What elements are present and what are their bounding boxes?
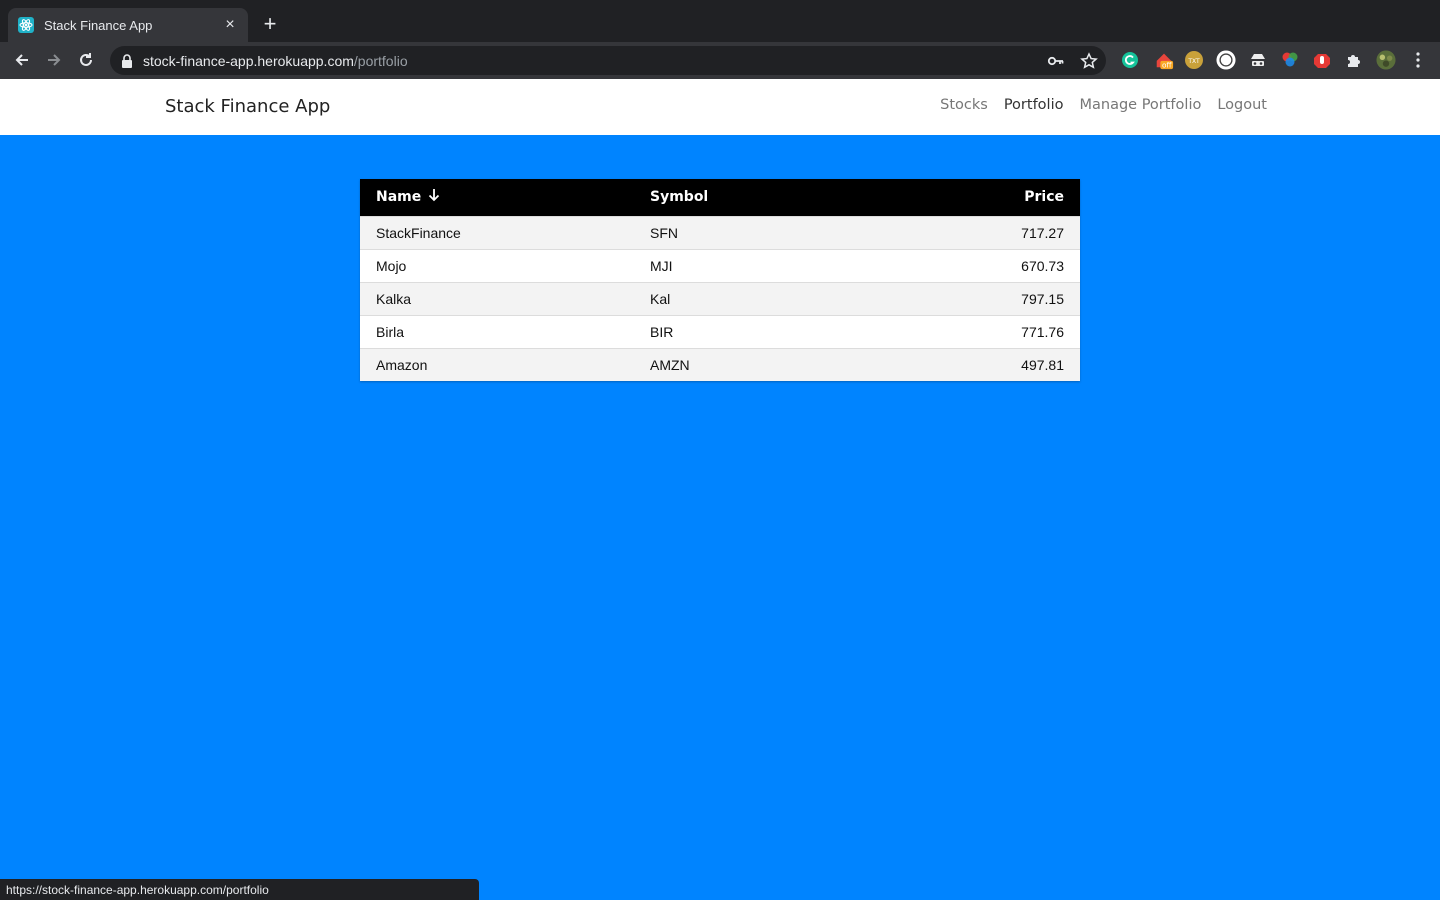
cell-symbol: AMZN [650, 356, 690, 373]
nav-links: Stocks Portfolio Manage Portfolio Logout [940, 97, 1267, 113]
browser-toolbar: stock-finance-app.herokuapp.com/portfoli… [0, 42, 1440, 79]
ext-spy-icon[interactable] [1248, 50, 1268, 70]
menu-dots-icon[interactable] [1408, 50, 1428, 70]
cell-price: 797.15 [1021, 290, 1064, 307]
nav-link-stocks[interactable]: Stocks [940, 97, 988, 113]
table-header-row: Name Symbol Price [360, 179, 1080, 216]
back-icon[interactable] [10, 48, 34, 72]
reload-icon[interactable] [74, 48, 98, 72]
tab-title: Stack Finance App [44, 17, 153, 33]
key-icon[interactable] [1047, 52, 1065, 70]
table-row[interactable]: Kalka Kal 797.15 [360, 282, 1080, 315]
new-tab-button[interactable]: + [258, 11, 282, 36]
cell-name: Birla [376, 323, 405, 340]
extension-txt-text: TXT [1187, 58, 1200, 65]
nav-link-manage-portfolio[interactable]: Manage Portfolio [1079, 97, 1201, 113]
grammarly-icon[interactable] [1120, 50, 1140, 70]
ext-txt-icon[interactable]: TXT [1184, 50, 1204, 70]
table-row[interactable]: Mojo MJI 670.73 [360, 249, 1080, 282]
table-row[interactable]: StackFinance SFN 717.27 [360, 216, 1080, 249]
column-header-label: Name [376, 189, 422, 206]
cell-price: 717.27 [1021, 224, 1064, 241]
close-tab-icon[interactable]: × [222, 16, 238, 33]
ext-hand-icon[interactable] [1312, 50, 1332, 70]
forward-icon[interactable] [42, 48, 66, 72]
portfolio-table: Name Symbol Price StackFinance SFN 717.2… [360, 179, 1080, 381]
honey-off-icon[interactable]: off [1154, 50, 1174, 70]
lock-icon [120, 53, 134, 68]
star-icon[interactable] [1080, 52, 1098, 70]
react-favicon-icon [18, 17, 34, 33]
url-path: /portfolio [353, 52, 408, 69]
puzzle-icon[interactable] [1344, 50, 1364, 70]
cell-name: StackFinance [376, 224, 461, 241]
cell-symbol: Kal [650, 290, 671, 307]
ext-color-icon[interactable] [1280, 50, 1300, 70]
cell-symbol: MJI [650, 257, 673, 274]
cell-name: Mojo [376, 257, 407, 274]
cell-symbol: BIR [650, 323, 674, 340]
cell-price: 771.76 [1021, 323, 1064, 340]
cell-price: 670.73 [1021, 257, 1064, 274]
nav-link-logout[interactable]: Logout [1217, 97, 1267, 113]
column-header-symbol[interactable]: Symbol [634, 179, 878, 216]
browser-tab-strip: Stack Finance App × + [0, 0, 1440, 42]
sort-descending-icon [427, 188, 441, 206]
column-header-price[interactable]: Price [878, 179, 1080, 216]
cell-name: Amazon [376, 356, 428, 373]
table-row[interactable]: Birla BIR 771.76 [360, 315, 1080, 348]
address-bar[interactable]: stock-finance-app.herokuapp.com/portfoli… [110, 46, 1106, 75]
table-row[interactable]: Amazon AMZN 497.81 [360, 348, 1080, 381]
cell-name: Kalka [376, 290, 412, 307]
app-navbar: Stack Finance App Stocks Portfolio Manag… [0, 79, 1440, 135]
nav-link-portfolio[interactable]: Portfolio [1004, 97, 1064, 113]
column-header-name[interactable]: Name [360, 179, 634, 216]
browser-tab[interactable]: Stack Finance App × [8, 8, 248, 42]
ext-circle-icon[interactable] [1216, 50, 1236, 70]
cell-symbol: SFN [650, 224, 678, 241]
extension-badge-text: off [1162, 61, 1172, 70]
brand-link[interactable]: Stack Finance App [165, 96, 330, 117]
status-bar-url: https://stock-finance-app.herokuapp.com/… [0, 879, 479, 900]
url-host: stock-finance-app.herokuapp.com [143, 52, 354, 69]
profile-avatar-icon[interactable] [1376, 50, 1396, 70]
cell-price: 497.81 [1021, 356, 1064, 373]
